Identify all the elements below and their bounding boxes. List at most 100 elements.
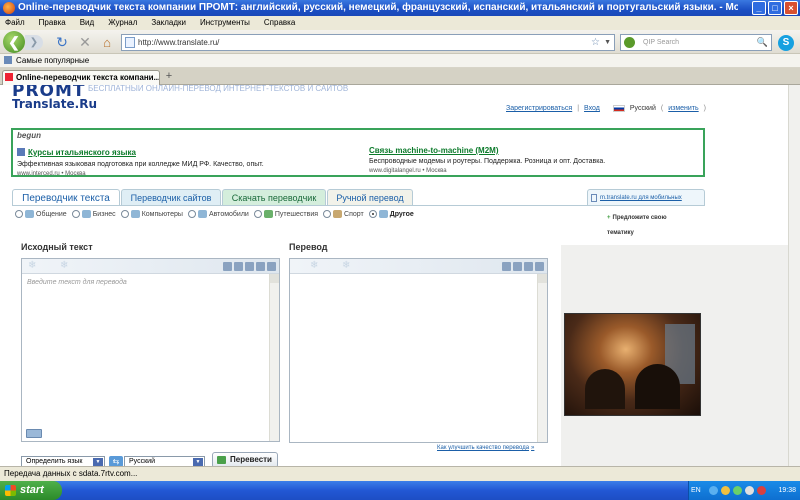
subject-option[interactable]: Спорт xyxy=(323,210,364,218)
page-scrollbar[interactable] xyxy=(788,85,800,466)
tab-manual-translation[interactable]: Ручной перевод xyxy=(327,189,413,206)
tab-site-translator[interactable]: Переводчик сайтов xyxy=(121,189,221,206)
new-tab-button[interactable]: + xyxy=(162,70,176,83)
chevron-down-icon[interactable]: ▼ xyxy=(93,458,103,466)
tray-icon[interactable] xyxy=(721,486,730,495)
paste-icon[interactable] xyxy=(223,262,232,271)
volume-icon[interactable] xyxy=(745,486,754,495)
radio-button[interactable] xyxy=(120,210,129,218)
improve-quality-link[interactable]: Как улучшить качество перевода» xyxy=(437,445,534,451)
skype-icon[interactable]: S xyxy=(778,35,794,51)
start-button[interactable]: start xyxy=(0,481,62,500)
start-label: start xyxy=(20,484,44,496)
subject-option-selected[interactable]: Другое xyxy=(368,210,414,218)
radio-button[interactable] xyxy=(253,210,262,218)
subject-option[interactable]: Автомобили xyxy=(187,210,249,218)
source-language-value: Определить язык xyxy=(26,458,83,465)
bookmarks-toolbar: Самые популярные xyxy=(0,54,800,68)
tab-text-translator[interactable]: Переводчик текста xyxy=(12,189,120,206)
promt-logo[interactable]: PROMT Translate.Ru xyxy=(12,85,97,111)
snowflake-icon: ❄ xyxy=(310,260,319,271)
input-language-indicator[interactable]: EN xyxy=(691,481,701,500)
ad-title[interactable]: Курсы итальянского языка xyxy=(28,148,136,157)
menu-bookmarks[interactable]: Закладки xyxy=(151,16,186,30)
translation-label: Перевод xyxy=(289,242,328,252)
page-icon xyxy=(125,37,135,48)
source-scrollbar[interactable] xyxy=(269,274,279,441)
register-link[interactable]: Зарегистрироваться xyxy=(506,105,572,112)
ad-url[interactable]: www.interced.ru • Москва xyxy=(17,171,357,177)
maximize-button[interactable]: □ xyxy=(768,1,782,15)
ad-url[interactable]: www.digitalangel.ru • Москва xyxy=(369,168,709,174)
radio-button[interactable] xyxy=(71,210,80,218)
translation-text-area[interactable]: ❄ ❄ xyxy=(289,258,548,443)
source-language-select[interactable]: Определить язык ▼ xyxy=(21,456,105,466)
reload-icon[interactable]: ↻ xyxy=(54,34,70,50)
status-text: Передача данных с sdata.7rtv.com... xyxy=(4,469,138,478)
radio-button[interactable] xyxy=(15,210,23,218)
close-button[interactable]: × xyxy=(784,1,798,15)
clear-icon[interactable] xyxy=(513,262,522,271)
swap-languages-icon[interactable]: ⇆ xyxy=(109,456,123,466)
url-bar[interactable]: http://www.translate.ru/ ☆ ▼ xyxy=(121,34,615,51)
menu-view[interactable]: Вид xyxy=(80,16,94,30)
bookmark-most-visited[interactable]: Самые популярные xyxy=(16,56,89,65)
ad-title[interactable]: Связь machine-to-machine (M2M) xyxy=(369,146,709,155)
browser-tab[interactable]: Online-переводчик текста компани... xyxy=(2,70,160,85)
url-dropdown-icon[interactable]: ▼ xyxy=(604,35,611,50)
tray-icon[interactable] xyxy=(733,486,742,495)
ad-item[interactable]: Связь machine-to-machine (M2M) Беспровод… xyxy=(369,146,709,174)
subject-label: Путешествия xyxy=(274,210,319,218)
subject-option[interactable]: Общение xyxy=(15,210,67,218)
dictionary-icon[interactable] xyxy=(524,262,533,271)
mobile-version-link[interactable]: m.translate.ru для мобильных xyxy=(587,189,705,206)
forward-button[interactable]: ❯ xyxy=(25,35,43,50)
suggest-topic-link[interactable]: + Предложите свою тематику xyxy=(607,211,697,241)
menu-history[interactable]: Журнал xyxy=(108,16,137,30)
radio-button-selected[interactable] xyxy=(368,210,377,218)
target-language-value: Русский xyxy=(129,458,155,465)
tab-download-translator[interactable]: Скачать переводчик xyxy=(222,189,326,206)
subject-option[interactable]: Компьютеры xyxy=(120,210,183,218)
clock: 19:38 xyxy=(778,487,796,494)
copy-icon[interactable] xyxy=(502,262,511,271)
page-content: PROMT Translate.Ru БЕСПЛАТНЫЙ ОНЛАЙН-ПЕР… xyxy=(0,85,800,466)
translation-scrollbar[interactable] xyxy=(537,274,547,442)
other-icon xyxy=(378,210,388,218)
source-text-area[interactable]: ❄ ❄ Введите текст для перевода xyxy=(21,258,280,442)
menu-tools[interactable]: Инструменты xyxy=(200,16,250,30)
tray-icon[interactable] xyxy=(709,486,718,495)
copy-icon[interactable] xyxy=(234,262,243,271)
menu-help[interactable]: Справка xyxy=(264,16,295,30)
stop-icon[interactable]: ✕ xyxy=(77,34,93,50)
login-link[interactable]: Вход xyxy=(584,105,600,112)
menu-file[interactable]: Файл xyxy=(5,16,25,30)
menu-edit[interactable]: Правка xyxy=(39,16,66,30)
subject-option[interactable]: Бизнес xyxy=(71,210,116,218)
video-ad-image[interactable] xyxy=(564,313,701,416)
spellcheck-icon[interactable] xyxy=(256,262,265,271)
chevron-down-icon[interactable]: ▼ xyxy=(193,458,203,466)
home-icon[interactable]: ⌂ xyxy=(99,34,115,50)
tray-icon[interactable] xyxy=(757,486,766,495)
translate-button[interactable]: Перевести xyxy=(212,452,278,466)
target-language-select[interactable]: Русский ▼ xyxy=(124,456,205,466)
search-engine-icon[interactable] xyxy=(624,37,635,48)
subject-option[interactable]: Путешествия xyxy=(253,210,319,218)
bookmark-star-icon[interactable]: ☆ xyxy=(591,35,600,50)
back-button[interactable]: ❮ xyxy=(3,31,25,53)
radio-button[interactable] xyxy=(187,210,196,218)
search-icon[interactable]: 🔍 xyxy=(757,35,768,50)
virtual-keyboard-icon[interactable] xyxy=(267,262,276,271)
clear-icon[interactable] xyxy=(245,262,254,271)
subject-label: Компьютеры xyxy=(141,210,183,218)
search-input[interactable]: QIP Search 🔍 xyxy=(620,34,772,51)
window-title-bar: Online-переводчик текста компании ПРОМТ:… xyxy=(0,0,800,16)
print-icon[interactable] xyxy=(535,262,544,271)
radio-button[interactable] xyxy=(323,210,332,218)
ad-item[interactable]: Курсы итальянского языка Эффективная язы… xyxy=(17,146,357,177)
ad-block: begun Курсы итальянского языка Эффективн… xyxy=(11,128,705,177)
minimize-button[interactable]: _ xyxy=(752,1,766,15)
change-language-link[interactable]: изменить xyxy=(668,105,698,112)
keyboard-icon[interactable] xyxy=(26,429,42,438)
